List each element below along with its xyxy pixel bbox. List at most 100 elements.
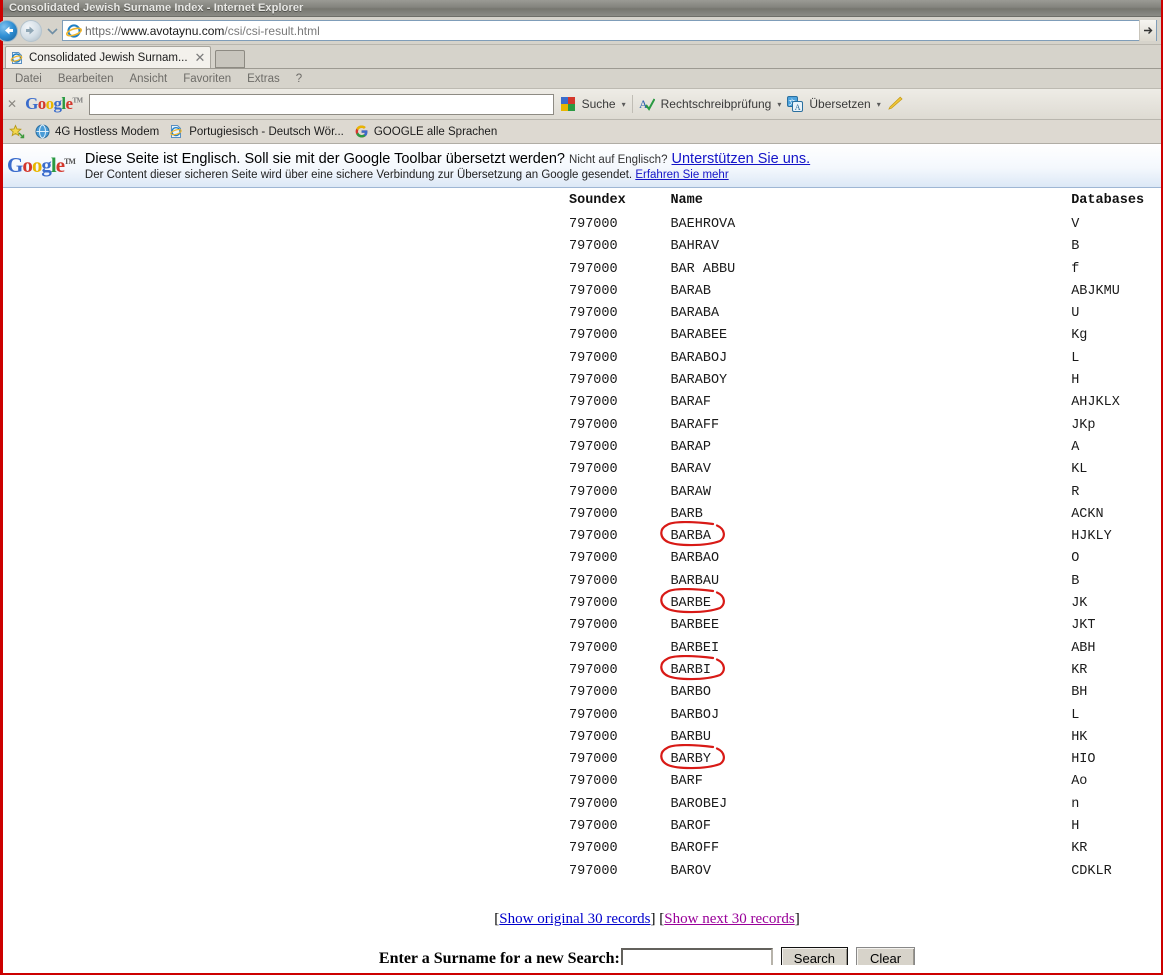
show-original-records-link[interactable]: Show original 30 records	[499, 911, 650, 927]
bookmark-google-alle-sprachen[interactable]: GOOGLE alle Sprachen	[354, 124, 497, 140]
cell-name: BARABOY	[670, 373, 728, 389]
cell-name: BARABEE	[670, 328, 728, 344]
cell-name: BAROFF	[670, 841, 720, 857]
toolbar-item-label: Übersetzen	[809, 97, 871, 111]
table-row: 797000 BARAFF JKp	[569, 415, 1161, 437]
menu-item-favoriten[interactable]: Favoriten	[175, 72, 239, 86]
cell-name: BARBEI	[670, 640, 720, 656]
cell-databases: A	[1071, 439, 1080, 455]
menu-item-extras[interactable]: Extras	[239, 72, 288, 86]
spellcheck-icon: A	[639, 96, 655, 112]
table-row: 797000 BARBU HK	[569, 727, 1161, 749]
table-body: 797000 BAEHROVA V 797000 BAHRAV B 797000 BAR AB…	[569, 214, 1161, 883]
google-toolbar: ✕ GoogleTM Suche ▾ A Rechtschreibprüfung…	[3, 89, 1161, 120]
tab-consolidated-jewish-surname-index[interactable]: Consolidated Jewish Surnam... ✕	[5, 46, 212, 68]
notification-support-link[interactable]: Unterstützen Sie uns.	[672, 151, 811, 167]
close-icon[interactable]: ✕	[195, 51, 206, 64]
menu-item-datei[interactable]: Datei	[7, 72, 50, 86]
circled-name: BARBY	[660, 744, 726, 771]
chevron-down-icon[interactable]: ▾	[777, 100, 781, 109]
toolbar-item-uebersetzen[interactable]: Übersetzen ▾	[809, 97, 880, 111]
cell-soundex: 797000	[569, 752, 618, 768]
cell-name: BARABA	[670, 306, 720, 322]
cell-soundex: 797000	[569, 373, 618, 389]
cell-databases: R	[1071, 484, 1080, 500]
bookmark-label: Portugiesisch - Deutsch Wör...	[189, 125, 344, 138]
go-arrow-icon[interactable]	[1139, 20, 1156, 41]
bookmark-4g-hostless-modem[interactable]: 4G Hostless Modem	[35, 124, 159, 140]
table-row: 797000 BARBOJ L	[569, 705, 1161, 727]
table-row: 797000 BARBE JK	[569, 588, 1161, 615]
chevron-down-icon[interactable]: ▾	[622, 100, 626, 109]
table-row: 797000 BARAP A	[569, 437, 1161, 459]
search-button[interactable]: Search	[780, 946, 848, 965]
new-tab-button[interactable]	[215, 50, 246, 68]
menu-item-help[interactable]: ?	[288, 72, 310, 86]
circled-name: BARBI	[660, 654, 726, 682]
toolbar-item-label: Suche	[581, 97, 616, 111]
bracket-close: ]	[650, 910, 656, 927]
cell-databases: n	[1071, 796, 1080, 812]
cell-databases: BH	[1071, 685, 1088, 701]
notification-learn-more-link[interactable]: Erfahren Sie mehr	[635, 169, 728, 181]
close-icon[interactable]: ✕	[5, 97, 19, 111]
forward-arrow-icon[interactable]	[20, 19, 42, 42]
menu-item-bearbeiten[interactable]: Bearbeiten	[50, 72, 122, 86]
menu-item-ansicht[interactable]: Ansicht	[121, 72, 175, 86]
surname-results-table: Soundex Name Databases 797000 BAEHROVA V 79…	[569, 193, 1161, 883]
logo-letter-o2: o	[45, 94, 54, 113]
cell-databases: Ao	[1071, 774, 1088, 790]
cell-soundex: 797000	[569, 395, 618, 411]
favorites-star-icon[interactable]	[9, 123, 25, 140]
cell-databases: KR	[1071, 841, 1088, 857]
back-arrow-icon[interactable]	[0, 19, 18, 42]
google-toolbar-search-input[interactable]	[88, 93, 554, 115]
show-next-records-link[interactable]: Show next 30 records	[664, 911, 794, 927]
table-row: 797000 BAEHROVA V	[569, 214, 1161, 236]
table-row: 797000 BAROBEJ n	[569, 794, 1161, 816]
table-header-row: Soundex Name Databases	[569, 193, 1161, 214]
cell-name: BARBY	[660, 744, 1071, 771]
table-row: 797000 BARBA HJKLY	[569, 521, 1161, 548]
cell-databases: KL	[1071, 462, 1088, 478]
cell-soundex: 797000	[569, 551, 618, 567]
cell-databases: H	[1071, 819, 1080, 835]
cell-name-text: BARBA	[670, 529, 711, 545]
highlighter-pencil-icon[interactable]	[887, 96, 903, 112]
address-bar[interactable]: https://www.avotaynu.com/csi/csi-result.…	[62, 20, 1157, 41]
surname-search-input[interactable]	[620, 948, 773, 965]
bookmark-portugiesisch-deutsch-woerterbuch[interactable]: Portugiesisch - Deutsch Wör...	[169, 124, 344, 140]
chevron-down-icon[interactable]	[45, 20, 59, 42]
internet-explorer-icon	[66, 23, 82, 39]
cell-databases: JKp	[1071, 417, 1096, 433]
page-content: Soundex Name Databases 797000 BAEHROVA V 79…	[3, 188, 1161, 965]
cell-name: BARAP	[670, 439, 711, 455]
cell-databases: AHJKLX	[1071, 395, 1120, 411]
logo-letter-g1: G	[25, 94, 38, 113]
circled-name: BARBA	[660, 521, 726, 548]
toolbar-item-suche[interactable]: Suche ▾	[582, 97, 626, 111]
cell-soundex: 797000	[569, 596, 618, 612]
cell-soundex: 797000	[569, 261, 618, 277]
bookmarks-bar: 4G Hostless Modem Portugiesisch - Deutsc…	[3, 120, 1161, 144]
cell-databases: U	[1071, 306, 1080, 322]
url-separator: ://	[111, 23, 122, 38]
notification-not-english: Nicht auf Englisch?	[569, 153, 668, 166]
toolbar-item-rechtschreibpruefung[interactable]: Rechtschreibprüfung ▾	[661, 97, 782, 111]
clear-button[interactable]: Clear	[856, 946, 916, 965]
cell-soundex: 797000	[569, 662, 618, 678]
notification-line-2: Der Content dieser sicheren Seite wird ü…	[85, 169, 810, 181]
chevron-down-icon[interactable]: ▾	[877, 100, 881, 109]
table-row: 797000 BAR ABBU f	[569, 259, 1161, 281]
cell-soundex: 797000	[569, 328, 618, 344]
toolbar-item-label: Rechtschreibprüfung	[660, 97, 772, 111]
notification-text-block: Diese Seite ist Englisch. Soll sie mit d…	[85, 151, 810, 181]
bookmark-label: 4G Hostless Modem	[55, 125, 160, 138]
cell-name: BARAFF	[670, 417, 720, 433]
cell-name: BARBU	[670, 729, 711, 745]
logo-letter-e: e	[55, 153, 65, 177]
browser-navigation-bar: https://www.avotaynu.com/csi/csi-result.…	[0, 17, 1161, 45]
pagination-links: [Show original 30 records] [Show next 30…	[133, 911, 1161, 928]
cell-soundex: 797000	[569, 439, 618, 455]
bookmark-label: GOOGLE alle Sprachen	[373, 125, 498, 138]
